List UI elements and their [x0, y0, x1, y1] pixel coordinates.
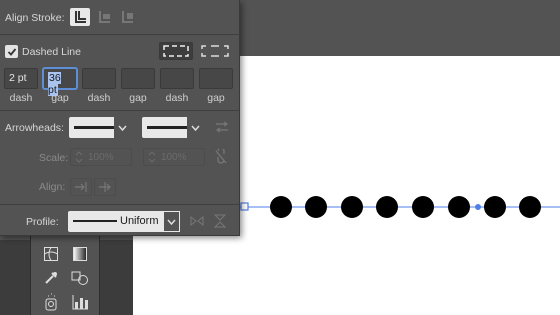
chevron-down-icon	[163, 211, 180, 232]
profile-dropdown[interactable]: Uniform	[68, 211, 180, 232]
dash-label-1: dash	[9, 92, 33, 104]
swap-arrowheads-icon[interactable]	[212, 118, 232, 136]
divider	[0, 110, 240, 111]
align-outside-icon[interactable]	[117, 8, 137, 26]
flip-across-icon[interactable]	[210, 212, 230, 230]
dash-align-corners-icon[interactable]	[198, 42, 232, 60]
dash-label-2: dash	[87, 92, 111, 104]
column-graph-tool-icon[interactable]	[69, 291, 91, 313]
link-scale-icon[interactable]	[211, 148, 231, 166]
gap-label-1: gap	[51, 92, 69, 104]
chevron-down-icon	[114, 117, 131, 138]
dash-field-1[interactable]: 2 pt	[4, 68, 38, 89]
dash-field-2[interactable]	[82, 68, 116, 89]
gap-label-2: gap	[129, 92, 147, 104]
end-arrowhead-dropdown[interactable]	[142, 117, 204, 138]
mesh-tool-icon[interactable]	[40, 243, 62, 265]
profile-value: Uniform	[120, 215, 159, 227]
divider	[0, 34, 240, 35]
blend-tool-icon[interactable]	[69, 267, 91, 289]
align-label: Align:	[39, 181, 66, 193]
dashed-line-checkbox[interactable]	[5, 45, 18, 58]
arrow-tip-beyond-icon[interactable]	[70, 178, 92, 196]
gradient-tool-icon[interactable]	[69, 243, 91, 265]
dashed-line-label: Dashed Line	[22, 46, 81, 58]
align-center-icon[interactable]	[70, 8, 90, 26]
chevron-down-icon	[187, 117, 204, 138]
eyedropper-tool-icon[interactable]	[40, 267, 62, 289]
gap-field-3[interactable]	[199, 68, 233, 89]
symbol-sprayer-tool-icon[interactable]	[40, 291, 62, 313]
gap-field-2[interactable]	[121, 68, 155, 89]
dash-label-3: dash	[165, 92, 189, 104]
profile-label: Profile:	[26, 216, 59, 228]
tools-panel	[30, 236, 100, 315]
align-stroke-label: Align Stroke:	[5, 12, 65, 24]
scale-start-field[interactable]: 100%	[70, 148, 132, 166]
scale-label: Scale:	[39, 152, 69, 164]
gap-field-1[interactable]: 36 pt	[43, 68, 77, 96]
gap-label-3: gap	[207, 92, 225, 104]
start-arrowhead-dropdown[interactable]	[69, 117, 131, 138]
stroke-panel: Align Stroke: Dashed Line 2 pt 36 pt das…	[0, 0, 240, 236]
dash-preserve-icon[interactable]	[159, 42, 193, 60]
flip-along-icon[interactable]	[187, 212, 207, 230]
divider	[0, 204, 240, 205]
arrowheads-label: Arrowheads:	[5, 122, 64, 134]
scale-end-field[interactable]: 100%	[143, 148, 205, 166]
arrow-tip-end-icon[interactable]	[94, 178, 116, 196]
dash-field-3[interactable]	[160, 68, 194, 89]
align-inside-icon[interactable]	[94, 8, 114, 26]
